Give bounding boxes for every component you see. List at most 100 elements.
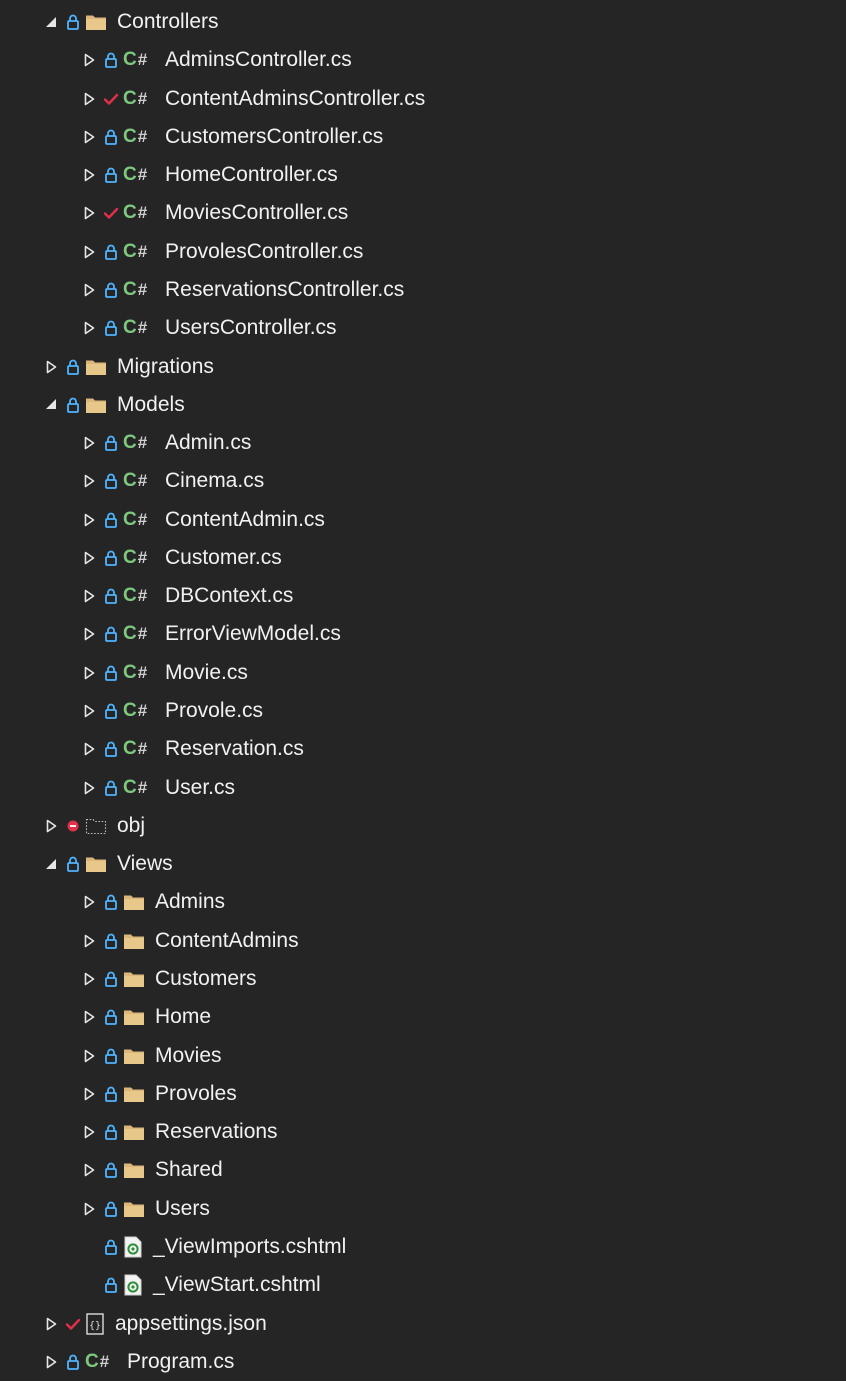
collapsed-arrow-icon[interactable] (81, 665, 97, 681)
tree-item[interactable]: C # HomeController.cs (0, 156, 846, 194)
collapsed-arrow-icon[interactable] (81, 703, 97, 719)
tree-item[interactable]: Controllers (0, 3, 846, 41)
collapsed-arrow-icon[interactable] (81, 52, 97, 68)
tree-item-label: UsersController.cs (165, 316, 337, 340)
csharp-letter: C (123, 202, 137, 224)
tree-item[interactable]: C # ReservationsController.cs (0, 271, 846, 309)
collapsed-arrow-icon[interactable] (43, 359, 59, 375)
tree-item-label: Admin.cs (165, 431, 252, 455)
lock-icon (103, 434, 119, 452)
tree-item-label: ContentAdmins (155, 928, 299, 952)
excluded-folder-icon (85, 815, 109, 837)
tree-item[interactable]: obj (0, 807, 846, 845)
tree-item[interactable]: C # Reservation.cs (0, 730, 846, 768)
tree-item[interactable]: Reservations (0, 1113, 846, 1151)
csharp-file-icon: C # (123, 49, 157, 71)
tree-item[interactable]: _ViewStart.cshtml (0, 1266, 846, 1304)
tree-item[interactable]: Provoles (0, 1075, 846, 1113)
lock-icon (103, 779, 119, 797)
tree-item[interactable]: C # User.cs (0, 769, 846, 807)
tree-item-label: ErrorViewModel.cs (165, 622, 341, 646)
expanded-arrow-icon[interactable] (43, 856, 59, 872)
collapsed-arrow-icon[interactable] (81, 167, 97, 183)
tree-item-label: Movie.cs (165, 660, 248, 684)
tree-item-label: DBContext.cs (165, 584, 294, 608)
lock-icon (65, 13, 81, 31)
lock-icon (103, 740, 119, 758)
collapsed-arrow-icon[interactable] (81, 1162, 97, 1178)
collapsed-arrow-icon[interactable] (81, 205, 97, 221)
tree-item[interactable]: C # ContentAdmin.cs (0, 501, 846, 539)
collapsed-arrow-icon[interactable] (81, 244, 97, 260)
collapsed-arrow-icon[interactable] (43, 1316, 59, 1332)
tree-item[interactable]: C # Customer.cs (0, 539, 846, 577)
tree-item[interactable]: C # Provole.cs (0, 692, 846, 730)
collapsed-arrow-icon[interactable] (81, 1124, 97, 1140)
collapsed-arrow-icon[interactable] (81, 971, 97, 987)
collapsed-arrow-icon[interactable] (81, 588, 97, 604)
tree-item[interactable]: {} appsettings.json (0, 1305, 846, 1343)
csharp-hash: # (99, 1351, 110, 1371)
collapsed-arrow-icon[interactable] (81, 320, 97, 336)
tree-item[interactable]: C # Program.cs (0, 1343, 846, 1381)
collapsed-arrow-icon[interactable] (81, 741, 97, 757)
tree-item[interactable]: Migrations (0, 348, 846, 386)
tree-item-label: appsettings.json (115, 1311, 267, 1335)
tree-item[interactable]: C # ErrorViewModel.cs (0, 615, 846, 653)
tree-item[interactable]: C # Cinema.cs (0, 462, 846, 500)
collapsed-arrow-icon[interactable] (43, 1354, 59, 1370)
lock-icon (103, 1085, 119, 1103)
tree-item[interactable]: Customers (0, 960, 846, 998)
tree-item[interactable]: C # Admin.cs (0, 424, 846, 462)
tree-item-label: Admins (155, 890, 226, 914)
collapsed-arrow-icon[interactable] (81, 1009, 97, 1025)
tree-item[interactable]: Movies (0, 1037, 846, 1075)
collapsed-arrow-icon[interactable] (43, 818, 59, 834)
collapsed-arrow-icon[interactable] (81, 1048, 97, 1064)
collapsed-arrow-icon[interactable] (81, 780, 97, 796)
collapsed-arrow-icon[interactable] (81, 91, 97, 107)
collapsed-arrow-icon[interactable] (81, 1201, 97, 1217)
collapsed-arrow-icon[interactable] (81, 282, 97, 298)
collapsed-arrow-icon[interactable] (81, 894, 97, 910)
csharp-hash: # (137, 701, 148, 721)
folder-icon (85, 11, 109, 33)
tree-item[interactable]: C # ContentAdminsController.cs (0, 80, 846, 118)
lock-icon (103, 893, 119, 911)
collapsed-arrow-icon[interactable] (81, 933, 97, 949)
collapsed-arrow-icon[interactable] (81, 435, 97, 451)
collapsed-arrow-icon[interactable] (81, 129, 97, 145)
tree-item[interactable]: Admins (0, 883, 846, 921)
csharp-file-icon: C # (123, 241, 157, 263)
tree-item[interactable]: Models (0, 386, 846, 424)
csharp-letter: C (85, 1350, 99, 1372)
csharp-letter: C (123, 164, 137, 186)
tree-item[interactable]: C # UsersController.cs (0, 309, 846, 347)
folder-icon (123, 1121, 147, 1143)
tree-item[interactable]: C # ProvolesController.cs (0, 233, 846, 271)
tree-item[interactable]: ContentAdmins (0, 922, 846, 960)
tree-item[interactable]: Users (0, 1190, 846, 1228)
collapsed-arrow-icon[interactable] (81, 1086, 97, 1102)
tree-item[interactable]: Home (0, 998, 846, 1036)
collapsed-arrow-icon[interactable] (81, 512, 97, 528)
lock-icon (103, 243, 119, 261)
tree-item[interactable]: C # DBContext.cs (0, 577, 846, 615)
tree-item[interactable]: C # AdminsController.cs (0, 41, 846, 79)
folder-icon (123, 1083, 147, 1105)
expanded-arrow-icon[interactable] (43, 14, 59, 30)
folder-icon (123, 891, 147, 913)
tree-item[interactable]: Views (0, 845, 846, 883)
collapsed-arrow-icon[interactable] (81, 473, 97, 489)
tree-item[interactable]: _ViewImports.cshtml (0, 1228, 846, 1266)
tree-item[interactable]: C # Movie.cs (0, 654, 846, 692)
tree-item[interactable]: C # CustomersController.cs (0, 118, 846, 156)
tree-item-label: Program.cs (127, 1349, 235, 1373)
tree-item[interactable]: Shared (0, 1151, 846, 1189)
csharp-file-icon: C # (123, 547, 157, 569)
tree-item[interactable]: C # MoviesController.cs (0, 194, 846, 232)
collapsed-arrow-icon[interactable] (81, 626, 97, 642)
expanded-arrow-icon[interactable] (43, 397, 59, 413)
lock-icon (103, 128, 119, 146)
collapsed-arrow-icon[interactable] (81, 550, 97, 566)
